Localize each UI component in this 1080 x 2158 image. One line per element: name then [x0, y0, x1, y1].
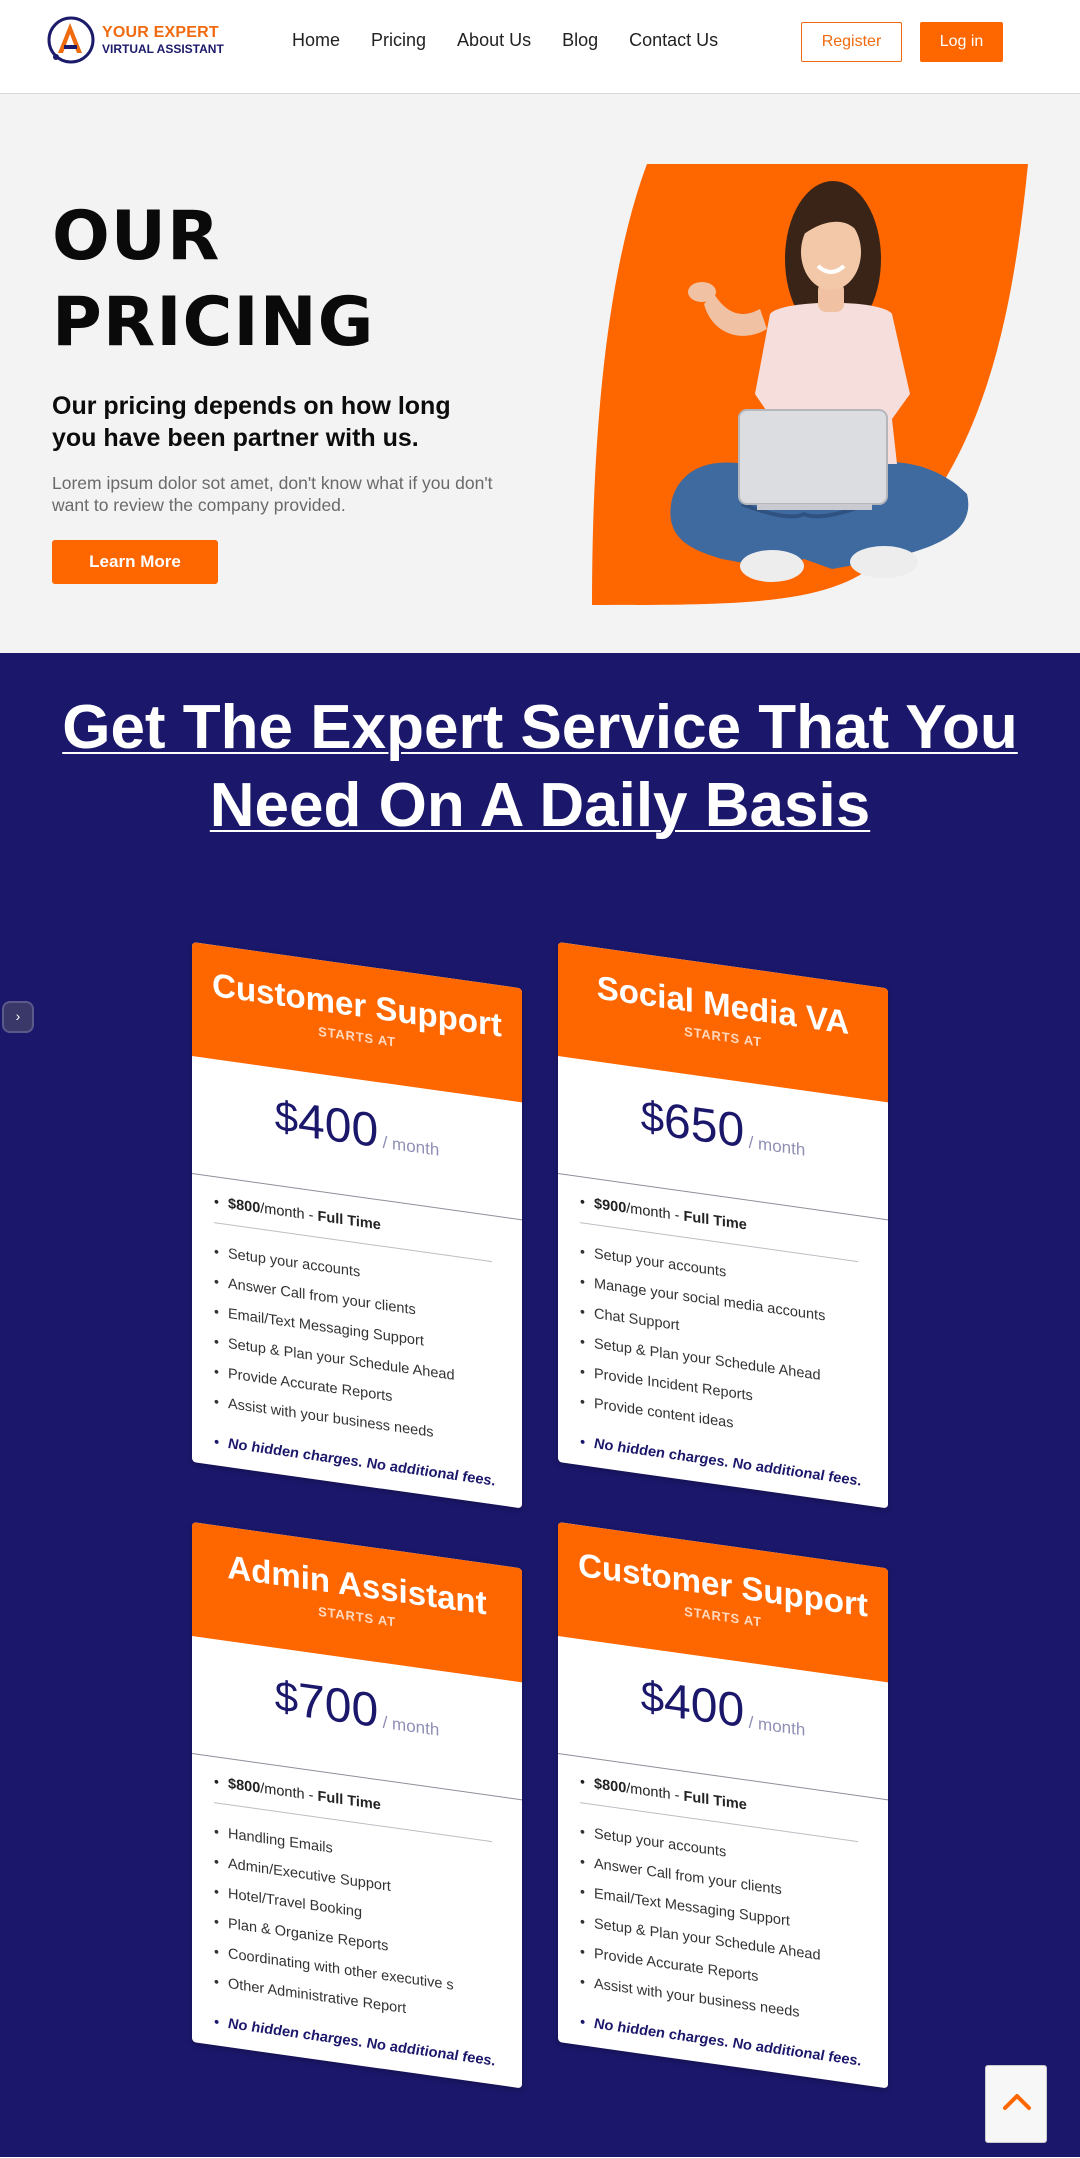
pricing-card: Social Media VA STARTS AT $650 / month • $90…: [558, 942, 888, 1509]
full-time-bold: Full Time: [683, 1788, 747, 1814]
card-body: • $900/month - Full Time • Setup your accou…: [558, 1174, 888, 1509]
get-started-button[interactable]: Get Started: [640, 1486, 806, 1509]
register-button[interactable]: Register: [801, 22, 902, 62]
pricing-heading-line2: Need On A Daily Basis: [209, 771, 871, 840]
full-time-bold: Full Time: [683, 1208, 747, 1234]
card-body: • $800/month - Full Time • Handling Emails •…: [192, 1754, 522, 2089]
full-time-bold: Full Time: [317, 1788, 381, 1814]
login-button[interactable]: Log in: [920, 22, 1003, 62]
main-menu: Home Pricing About Us Blog Contact Us: [292, 30, 718, 51]
full-time-text: /month -: [260, 1200, 318, 1225]
logo-line1: YOUR EXPERT: [102, 24, 219, 41]
get-started-button[interactable]: Get Started: [274, 2066, 440, 2089]
full-time-bold: Full Time: [317, 1208, 381, 1234]
hero-woman-laptop-image: [592, 164, 1028, 605]
chevron-up-icon: [1003, 2094, 1031, 2110]
pricing-heading-line1: Get The Expert Service That You: [62, 693, 1018, 762]
hero-subtitle: Our pricing depends on how long you have…: [52, 392, 451, 452]
price-period: / month: [382, 1132, 440, 1160]
price-period: / month: [748, 1132, 806, 1160]
learn-more-button[interactable]: Learn More: [52, 540, 218, 584]
nav-blog[interactable]: Blog: [562, 30, 598, 51]
full-time-text: /month -: [626, 1200, 684, 1225]
full-time-price: $900: [594, 1196, 627, 1217]
chevron-right-icon: ›: [15, 1008, 21, 1024]
price-currency: $: [274, 1671, 299, 1722]
get-started-button[interactable]: Get Started: [274, 1486, 440, 1509]
price-value: 400: [664, 1673, 745, 1739]
pricing-card: Admin Assistant STARTS AT $700 / month • $80…: [192, 1522, 522, 2089]
hero-title-line2: PRICING: [52, 283, 375, 362]
price-currency: $: [274, 1091, 299, 1142]
full-time-text: /month -: [260, 1780, 318, 1805]
nav-about-us[interactable]: About Us: [457, 30, 531, 51]
pricing-section: Get The Expert Service That You Need On …: [0, 653, 1080, 2157]
nav-contact-us[interactable]: Contact Us: [629, 30, 718, 51]
hero-description: Lorem ipsum dolor sot amet, don't know w…: [52, 473, 493, 515]
site-logo[interactable]: YOUR EXPERT VIRTUAL ASSISTANT: [44, 13, 224, 67]
hero-title-line1: OUR: [52, 197, 221, 276]
pricing-heading: Get The Expert Service That You Need On …: [0, 689, 1080, 845]
pricing-card: Customer Support STARTS AT $400 / month • $8…: [558, 1522, 888, 2089]
price-period: / month: [382, 1712, 440, 1740]
full-time-price: $800: [228, 1196, 261, 1217]
hero-section: OUR PRICING Our pricing depends on how l…: [0, 94, 1080, 653]
card-body: • $800/month - Full Time • Setup your accou…: [192, 1174, 522, 1509]
logo-icon: [47, 16, 95, 64]
pricing-card: Customer Support STARTS AT $400 / month • $8…: [192, 942, 522, 1509]
logo-line2: VIRTUAL ASSISTANT: [102, 42, 224, 56]
full-time-price: $800: [228, 1776, 261, 1797]
price-currency: $: [640, 1091, 665, 1142]
price-value: 650: [664, 1093, 745, 1159]
plan-feature-text: Chat Support: [594, 1306, 680, 1335]
card-body: • $800/month - Full Time • Setup your accou…: [558, 1754, 888, 2089]
full-time-price: $800: [594, 1776, 627, 1797]
price-currency: $: [640, 1671, 665, 1722]
price-period: / month: [748, 1712, 806, 1740]
full-time-text: /month -: [626, 1780, 684, 1805]
price-value: 700: [298, 1673, 379, 1739]
hero-title: OUR PRICING: [52, 194, 472, 366]
nav-home[interactable]: Home: [292, 30, 340, 51]
get-started-button[interactable]: Get Started: [640, 2066, 806, 2089]
scroll-to-top-button[interactable]: [985, 2065, 1047, 2143]
side-panel-toggle[interactable]: ›: [2, 1001, 34, 1033]
nav-pricing[interactable]: Pricing: [371, 30, 426, 51]
price-value: 400: [298, 1093, 379, 1159]
top-navbar: YOUR EXPERT VIRTUAL ASSISTANT Home Prici…: [0, 0, 1080, 94]
